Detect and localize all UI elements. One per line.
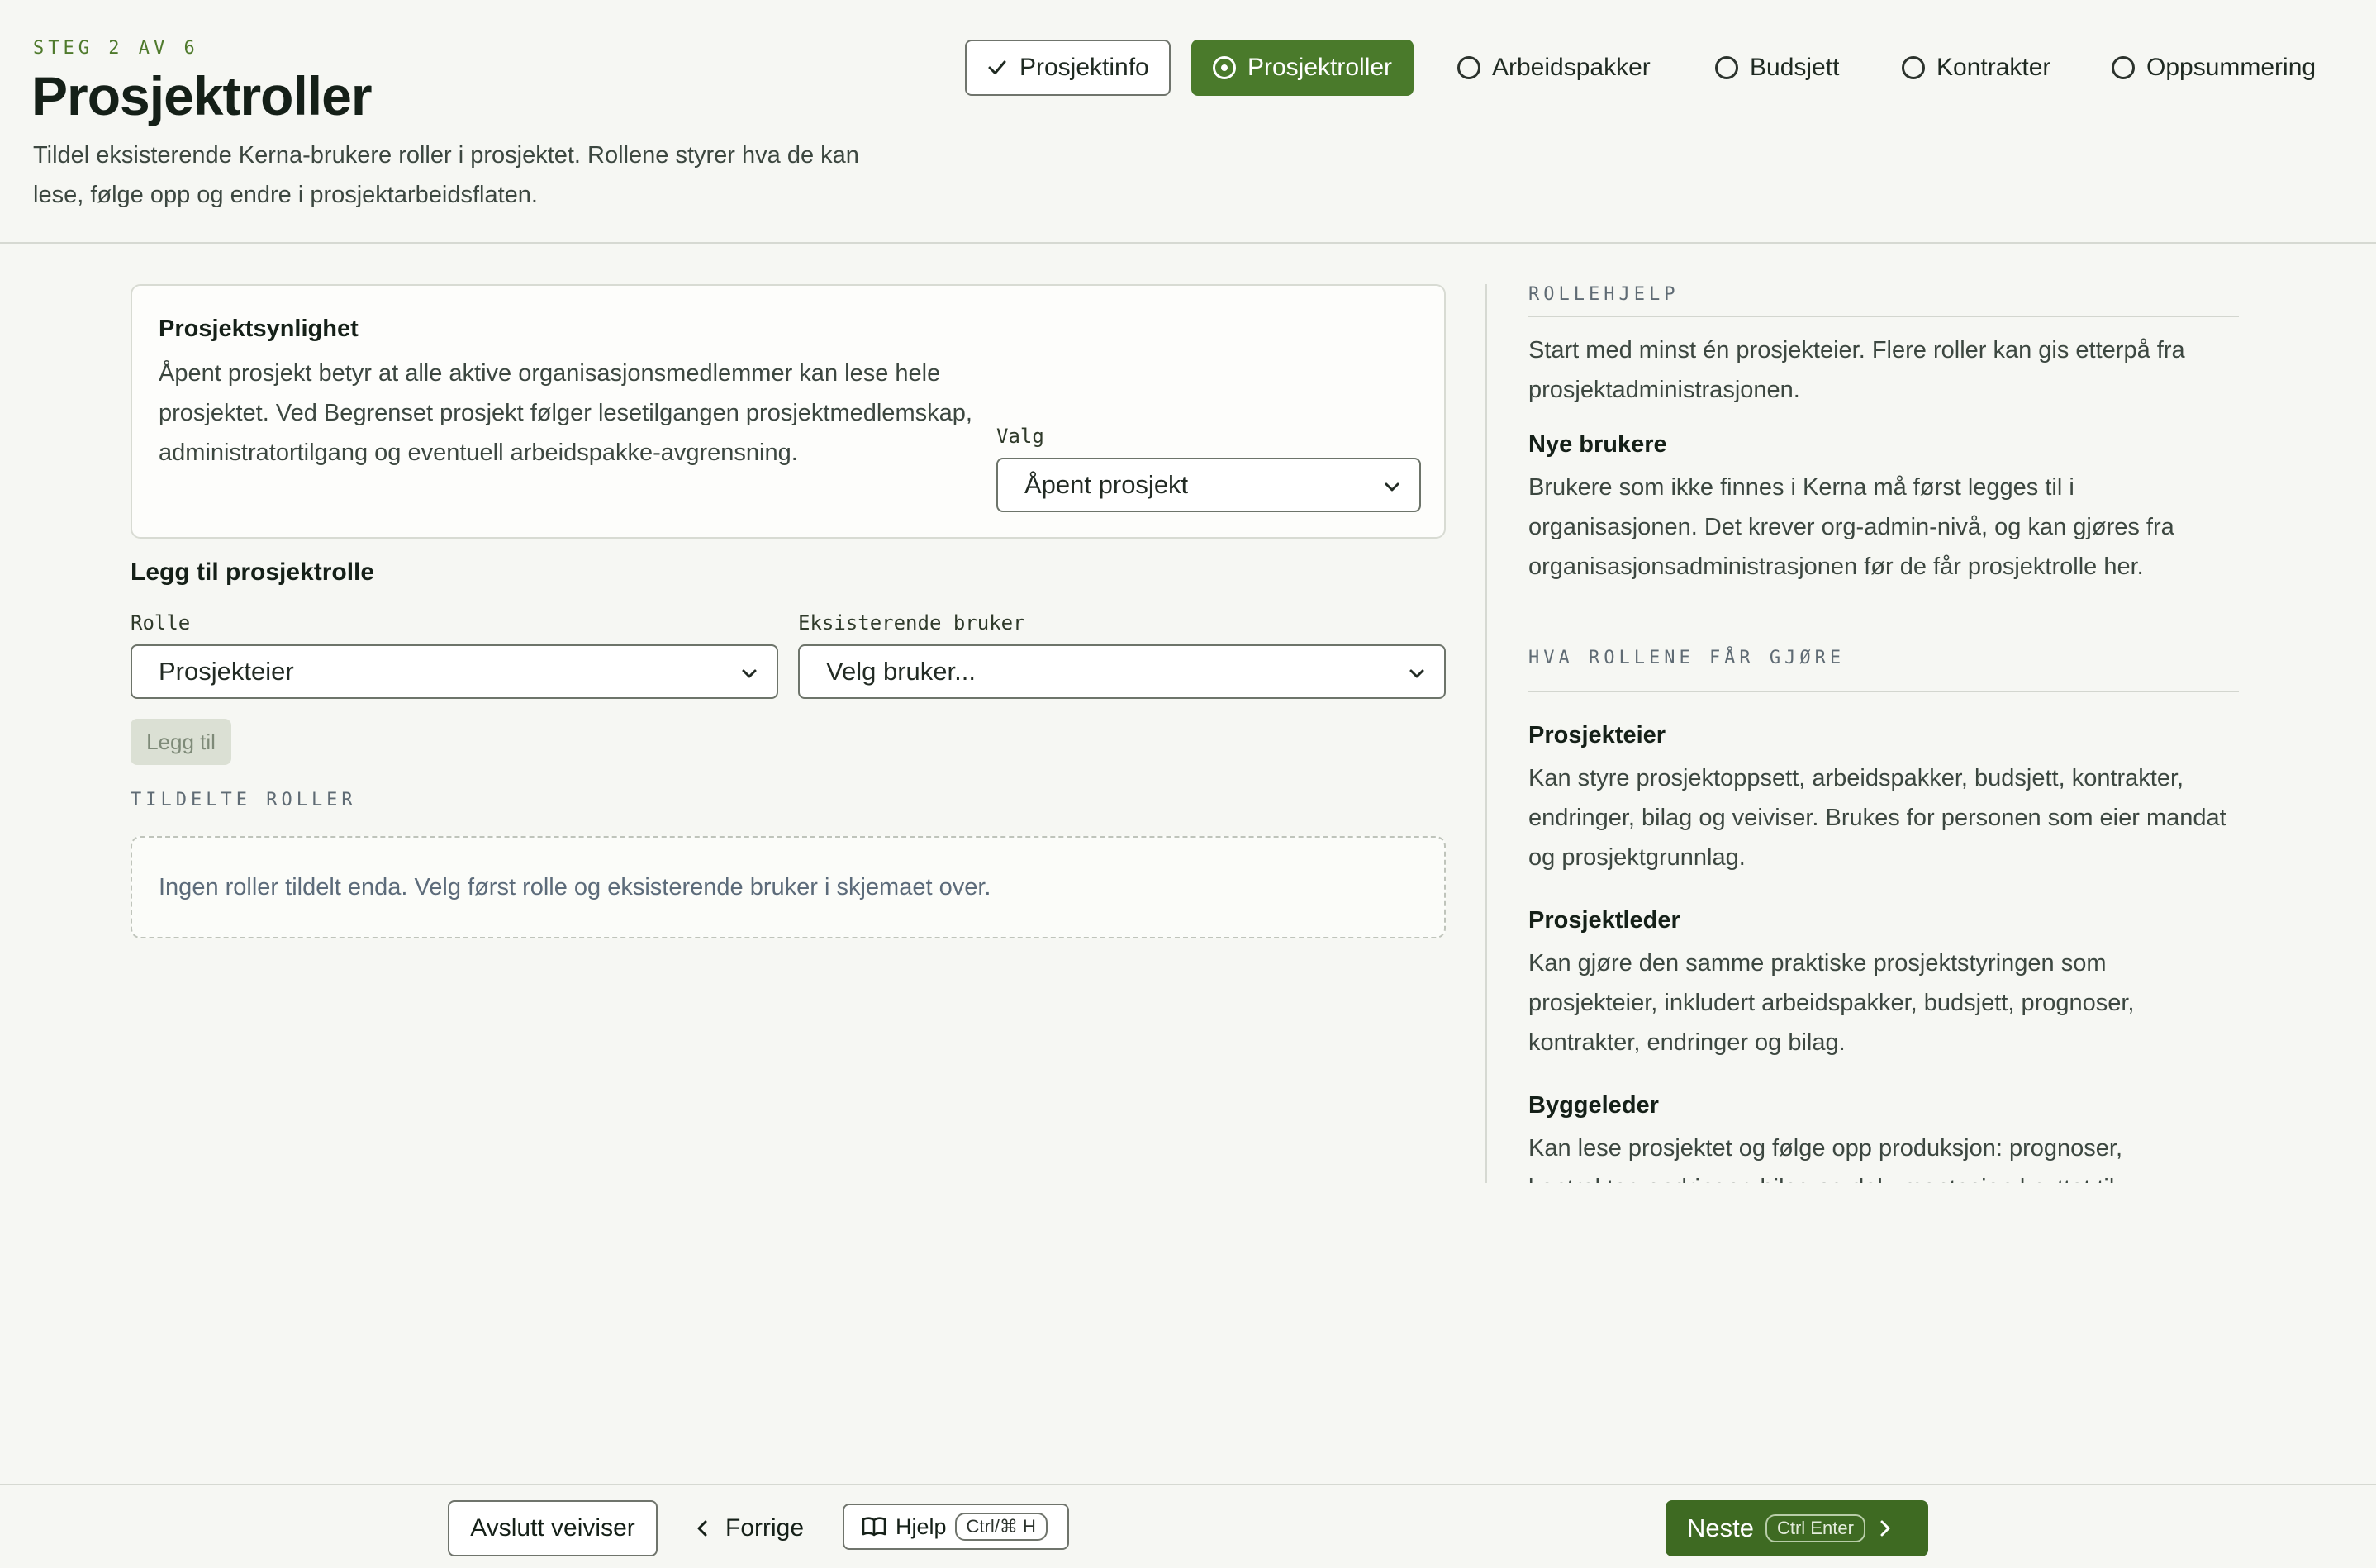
role-help-panel: ROLLEHJELP Start med minst én prosjektei… [1485,284,2262,1183]
visibility-title: Prosjektsynlighet [159,316,359,342]
role-help-intro: Start med minst én prosjekteier. Flere r… [1528,337,2185,403]
book-icon [862,1517,886,1537]
next-label: Neste [1687,1513,1754,1542]
page-header: STEG 2 AV 6 Prosjektroller Tildel eksist… [0,0,2376,244]
role-help-heading: ROLLEHJELP [1528,284,1680,305]
step-oppsummering[interactable]: Oppsummering [2112,40,2316,96]
step-prosjektinfo[interactable]: Prosjektinfo [965,40,1171,96]
chevron-down-icon [1409,669,1424,678]
step-arbeidspakker[interactable]: Arbeidspakker [1457,40,1651,96]
circle-icon [1457,56,1480,79]
step-label: Oppsummering [2146,54,2317,81]
role-label: Rolle [131,611,191,634]
user-select-value: Velg bruker... [826,657,976,686]
page-description: Tildel eksisterende Kerna-brukere roller… [33,142,859,208]
chevron-down-icon [742,669,757,678]
help-button[interactable]: Hjelp Ctrl/⌘ H [843,1504,1069,1550]
help-shortcut-badge: Ctrl/⌘ H [954,1513,1048,1541]
chevron-down-icon [1385,482,1399,492]
page-title: Prosjektroller [31,65,373,126]
roles-permissions-heading: HVA ROLLENE FÅR GJØRE [1528,648,1846,668]
role-title-byggeleder: Byggeleder [1528,1092,1659,1119]
chevron-right-icon [1880,1520,1890,1537]
step-label: Prosjektinfo [1019,54,1149,81]
add-role-button[interactable]: Legg til [131,719,231,765]
visibility-description: Åpent prosjekt betyr at alle aktive orga… [159,360,972,466]
circle-icon [2112,56,2135,79]
step-label: Arbeidspakker [1492,54,1651,81]
assigned-roles-empty-state: Ingen roller tildelt enda. Velg først ro… [131,836,1446,938]
step-label: Kontrakter [1936,54,2051,81]
previous-label: Forrige [725,1514,805,1542]
visibility-select-value: Åpent prosjekt [1024,470,1189,499]
chevron-left-icon [697,1520,707,1537]
step-kontrakter[interactable]: Kontrakter [1902,40,2050,96]
user-select[interactable]: Velg bruker... [798,644,1446,699]
visibility-select-label: Valg [996,425,1044,448]
visibility-select[interactable]: Åpent prosjekt [996,458,1421,512]
next-shortcut-badge: Ctrl Enter [1765,1514,1865,1542]
help-label: Hjelp [896,1513,947,1539]
role-select[interactable]: Prosjekteier [131,644,778,699]
step-indicator: STEG 2 AV 6 [33,38,199,59]
exit-wizard-button[interactable]: Avslutt veiviser [448,1500,658,1556]
new-users-text: Brukere som ikke finnes i Kerna må først… [1528,474,2174,580]
role-select-value: Prosjekteier [159,657,294,686]
step-label: Prosjektroller [1247,54,1393,81]
role-text-prosjektleder: Kan gjøre den samme praktiske prosjektst… [1528,950,2135,1056]
circle-icon [1902,56,1925,79]
check-icon [986,57,1008,78]
project-visibility-card: Prosjektsynlighet Åpent prosjekt betyr a… [131,284,1446,539]
previous-button[interactable]: Forrige [694,1500,804,1556]
circle-icon [1715,56,1738,79]
assigned-roles-heading: TILDELTE ROLLER [131,790,357,810]
step-prosjektroller[interactable]: Prosjektroller [1191,40,1414,96]
step-label: Budsjett [1750,54,1840,81]
role-text-prosjekteier: Kan styre prosjektoppsett, arbeidspakker… [1528,765,2226,871]
add-role-title: Legg til prosjektrolle [131,558,375,586]
divider [1528,316,2239,317]
role-title-prosjektleder: Prosjektleder [1528,907,1680,934]
role-title-prosjekteier: Prosjekteier [1528,722,1666,748]
wizard-footer: Avslutt veiviser Forrige Hjelp Ctrl/⌘ H … [0,1484,2376,1568]
step-budsjett[interactable]: Budsjett [1715,40,1839,96]
current-step-icon [1213,56,1236,79]
divider [1528,691,2239,692]
user-label: Eksisterende bruker [798,611,1025,634]
role-text-byggeleder: Kan lese prosjektet og følge opp produks… [1528,1135,2123,1183]
new-users-title: Nye brukere [1528,431,1667,458]
next-button[interactable]: Neste Ctrl Enter [1666,1500,1928,1556]
